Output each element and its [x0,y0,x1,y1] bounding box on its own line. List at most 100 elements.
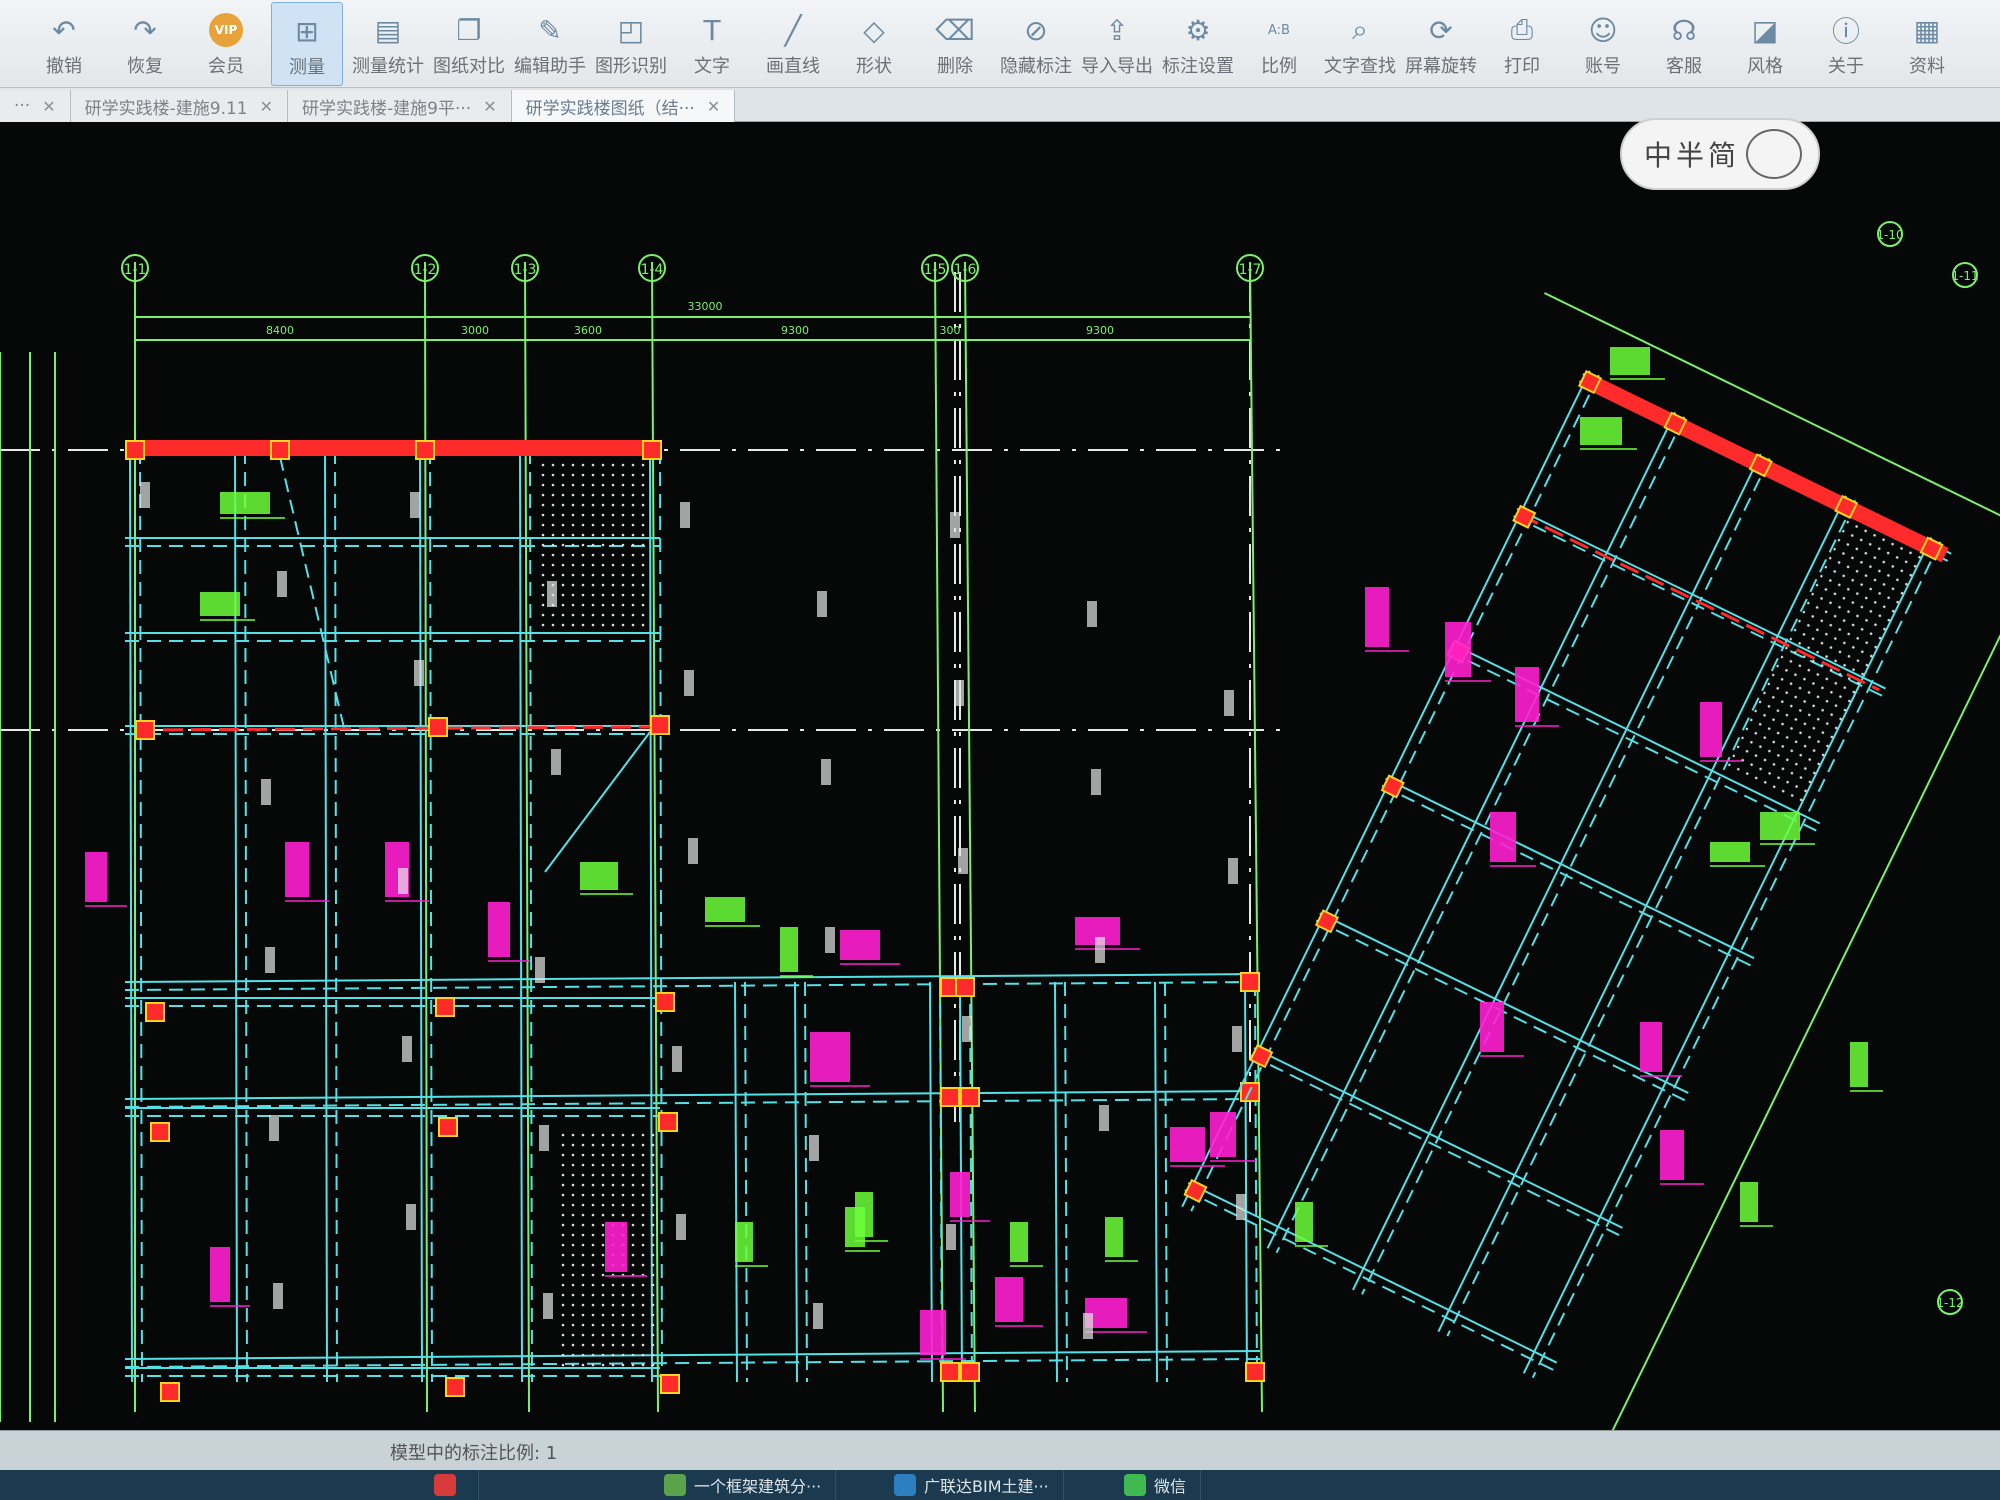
taskbar-app-0[interactable] [420,1470,479,1500]
beam-line [124,1350,1261,1360]
tool-style[interactable]: ◪ 风格 [1729,2,1801,86]
taskbar-app-2[interactable]: 广联达BIM土建··· [880,1470,1064,1500]
beam-label [680,502,690,528]
close-icon[interactable]: ✕ [260,97,273,116]
tool-label: 客服 [1666,56,1702,77]
app-icon [434,1474,456,1496]
vip-icon: VIP [207,12,245,48]
beam-label [962,1016,972,1042]
tool-line[interactable]: ╱ 画直线 [757,2,829,86]
tool-scale[interactable]: A:B 比例 [1243,2,1315,86]
beam-label [535,957,545,983]
dimension-text: 9300 [1086,324,1114,337]
annotation-tag [580,862,618,890]
tool-rotate-screen[interactable]: ⟳ 屏幕旋转 [1405,2,1477,86]
eraser-icon: ⌫ [935,13,975,47]
taskbar-app-3[interactable]: 微信 [1110,1470,1202,1500]
axis-bubble-label: 1-1 [124,262,147,278]
shape-icon: ◇ [863,13,885,47]
taskbar: 一个框架建筑分··· 广联达BIM土建··· 微信 [0,1470,2000,1500]
tool-hide-annotation[interactable]: ⊘ 隐藏标注 [1000,2,1072,86]
column-marker [445,1377,465,1397]
tool-undo[interactable]: ↶ 撤销 [28,2,100,86]
drawing-canvas[interactable]: 1-1 1-2 1-3 1-4 1-5 1-6 1-7 8400 3000 3600 9300 300… [0,122,2000,1430]
column-marker [438,1117,458,1137]
tab-label: 研学实践楼-建施9.11 [84,98,248,119]
tool-vip[interactable]: VIP 会员 [190,2,262,86]
tool-measure[interactable]: ⊞ 测量 [271,2,343,86]
beam-label [1083,1313,1093,1339]
tab-document-3[interactable]: 研学实践楼图纸（结··· ✕ [511,90,736,122]
close-icon[interactable]: ✕ [707,97,720,116]
undo-icon: ↶ [52,13,76,47]
resources-icon: ▦ [1913,13,1941,47]
column-marker [1249,1044,1274,1069]
compare-icon: ❐ [456,13,482,47]
tab-label: 研学实践楼-建施9平··· [302,98,472,119]
redo-icon: ↷ [133,13,157,47]
beam-label [414,660,424,686]
tool-edit-assistant[interactable]: ✎ 编辑助手 [514,2,586,86]
cad-drawing[interactable]: 1-1 1-2 1-3 1-4 1-5 1-6 1-7 8400 3000 3600 9300 300… [0,122,2000,1430]
annotation-tag [1580,417,1622,445]
tool-text[interactable]: T 文字 [676,2,748,86]
beam-line [124,1358,1261,1368]
app-icon [894,1474,916,1496]
annotation-tag [1480,1002,1504,1052]
tool-label: 形状 [856,56,892,77]
tool-eraser[interactable]: ⌫ 删除 [919,2,991,86]
tool-annotation-settings[interactable]: ⚙ 标注设置 [1162,2,1234,86]
annotation-tag [1710,842,1750,862]
beam-label [402,1036,412,1062]
axis-bubble-label: 1-4 [641,262,664,278]
tab-document-0[interactable]: ··· ✕ [0,90,71,122]
annotation-tag [285,842,309,897]
beam-line [1531,541,1942,1379]
tool-measure-stats[interactable]: ▤ 测量统计 [352,2,424,86]
annotation-tag [950,1172,970,1217]
tool-label: 资料 [1909,56,1945,77]
tool-headset[interactable]: ☊ 客服 [1648,2,1720,86]
tool-resources[interactable]: ▦ 资料 [1891,2,1963,86]
close-icon[interactable]: ✕ [483,97,496,116]
beam-label [543,1293,553,1319]
tool-redo[interactable]: ↷ 恢复 [109,2,181,86]
tool-shape[interactable]: ◇ 形状 [838,2,910,86]
tool-compare[interactable]: ❐ 图纸对比 [433,2,505,86]
tool-print[interactable]: ⎙ 打印 [1486,2,1558,86]
column-marker [655,992,675,1012]
axis-bubble-label: 1-6 [954,262,977,278]
tool-import-export[interactable]: ⇪ 导入导出 [1081,2,1153,86]
tab-document-2[interactable]: 研学实践楼-建施9平··· ✕ [288,90,512,122]
beam-line [1275,416,1686,1254]
beam-line [1361,458,1771,1295]
measure-stats-icon: ▤ [374,13,402,47]
ime-widget[interactable]: 中半简 [1620,118,1820,190]
beam-label [547,581,557,607]
measure-icon: ⊞ [295,14,319,48]
style-icon: ◪ [1751,13,1779,47]
column-marker [940,1087,960,1107]
column-marker [960,1087,980,1107]
dimension-text: 3600 [574,324,602,337]
column-marker [1512,504,1537,529]
axis-bubble-label: 1-7 [1239,262,1262,278]
beam-label [1099,1105,1109,1131]
tool-shape-recognition[interactable]: ◰ 图形识别 [595,2,667,86]
tool-text-search[interactable]: ⌕ 文字查找 [1324,2,1396,86]
annotation-tag [605,1222,627,1272]
close-icon[interactable]: ✕ [42,97,55,116]
account-icon: ☺ [1588,13,1618,47]
import-export-icon: ⇪ [1105,13,1129,47]
tool-info[interactable]: ⓘ 关于 [1810,2,1882,86]
beam-line [1446,499,1856,1337]
annotation-tag [200,592,240,616]
taskbar-app-1[interactable]: 一个框架建筑分··· [650,1470,837,1500]
annotation-tag [735,1222,753,1262]
beam-label [551,749,561,775]
beam-label [946,1224,956,1250]
tool-account[interactable]: ☺ 账号 [1567,2,1639,86]
tab-document-1[interactable]: 研学实践楼-建施9.11 ✕ [70,90,289,122]
tool-label: 撤销 [46,56,82,77]
annotation-tag [1445,622,1471,677]
